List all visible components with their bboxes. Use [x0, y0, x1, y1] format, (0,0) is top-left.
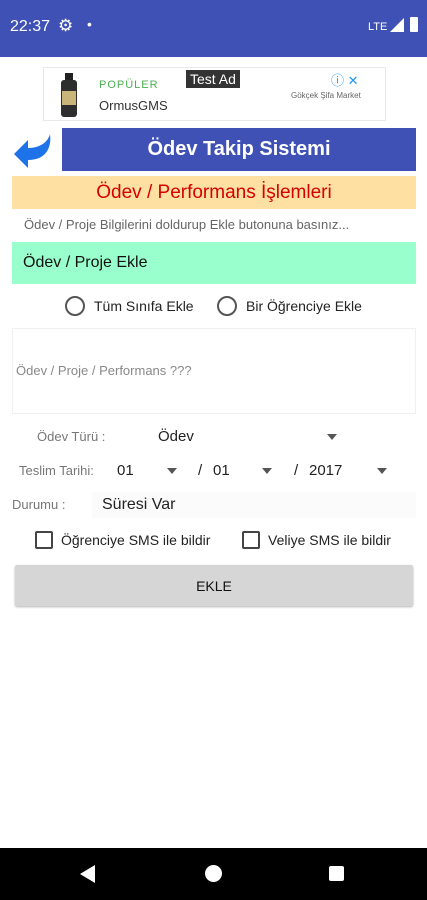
- signal-icon: [390, 18, 404, 32]
- status-field[interactable]: Süresi Var: [92, 492, 416, 518]
- ad-market-name: Gökçek Şifa Market: [291, 91, 361, 100]
- nav-home-icon[interactable]: [205, 865, 222, 882]
- day-select[interactable]: 01: [117, 462, 134, 479]
- ad-popular-label: POPÜLER: [99, 79, 159, 91]
- ad-brand: OrmusGMS: [99, 98, 168, 113]
- checkbox[interactable]: [242, 531, 260, 549]
- gear-icon: ⚙: [58, 16, 74, 35]
- instruction-text: Ödev / Proje Bilgilerini doldurup Ekle b…: [24, 217, 350, 232]
- chevron-down-icon[interactable]: [327, 434, 337, 440]
- student-sms-label: Öğrenciye SMS ile bildir: [61, 532, 211, 548]
- ad-banner[interactable]: POPÜLER OrmusGMS Test Ad ⓘ ✕ Gökçek Şifa…: [43, 67, 386, 121]
- date-label: Teslim Tarihi:: [19, 463, 94, 478]
- radio-button[interactable]: [65, 296, 85, 316]
- test-ad-label: Test Ad: [186, 70, 240, 88]
- checkbox[interactable]: [35, 531, 53, 549]
- product-bottle-icon: [61, 73, 77, 117]
- radio-all-class[interactable]: Tüm Sınıfa Ekle: [65, 294, 194, 318]
- date-separator: /: [198, 462, 203, 479]
- parent-sms-checkbox[interactable]: Veliye SMS ile bildir: [242, 531, 391, 549]
- chevron-down-icon[interactable]: [377, 468, 387, 474]
- nav-recents-icon[interactable]: [329, 866, 344, 881]
- year-select[interactable]: 2017: [309, 462, 342, 479]
- chevron-down-icon[interactable]: [167, 468, 177, 474]
- description-input[interactable]: Ödev / Proje / Performans ???: [12, 328, 416, 414]
- add-button[interactable]: EKLE: [15, 565, 413, 606]
- navigation-bar: [0, 848, 427, 900]
- student-sms-checkbox[interactable]: Öğrenciye SMS ile bildir: [35, 531, 210, 549]
- type-label: Ödev Türü :: [37, 429, 106, 444]
- radio-all-class-label: Tüm Sınıfa Ekle: [94, 298, 194, 314]
- month-select[interactable]: 01: [213, 462, 230, 479]
- back-arrow-icon[interactable]: [10, 130, 54, 172]
- status-bar: 22:37 ⚙ • LTE: [0, 0, 427, 57]
- ad-info-icon[interactable]: ⓘ ✕: [331, 70, 359, 89]
- network-type: LTE: [368, 21, 388, 33]
- homework-add-field[interactable]: Ödev / Proje Ekle: [12, 242, 416, 284]
- page-title: Ödev Takip Sistemi: [62, 128, 416, 171]
- chevron-down-icon[interactable]: [262, 468, 272, 474]
- date-separator: /: [294, 462, 299, 479]
- status-time: 22:37: [10, 18, 51, 35]
- radio-one-student[interactable]: Bir Öğrenciye Ekle: [217, 294, 362, 318]
- status-label: Durumu :: [12, 497, 66, 512]
- radio-one-student-label: Bir Öğrenciye Ekle: [246, 298, 362, 314]
- nav-back-icon[interactable]: [80, 865, 95, 883]
- dot-icon: •: [87, 16, 92, 32]
- parent-sms-label: Veliye SMS ile bildir: [268, 532, 391, 548]
- type-select[interactable]: Ödev: [158, 428, 194, 445]
- battery-icon: [410, 17, 418, 32]
- radio-button[interactable]: [217, 296, 237, 316]
- section-title: Ödev / Performans İşlemleri: [12, 176, 416, 209]
